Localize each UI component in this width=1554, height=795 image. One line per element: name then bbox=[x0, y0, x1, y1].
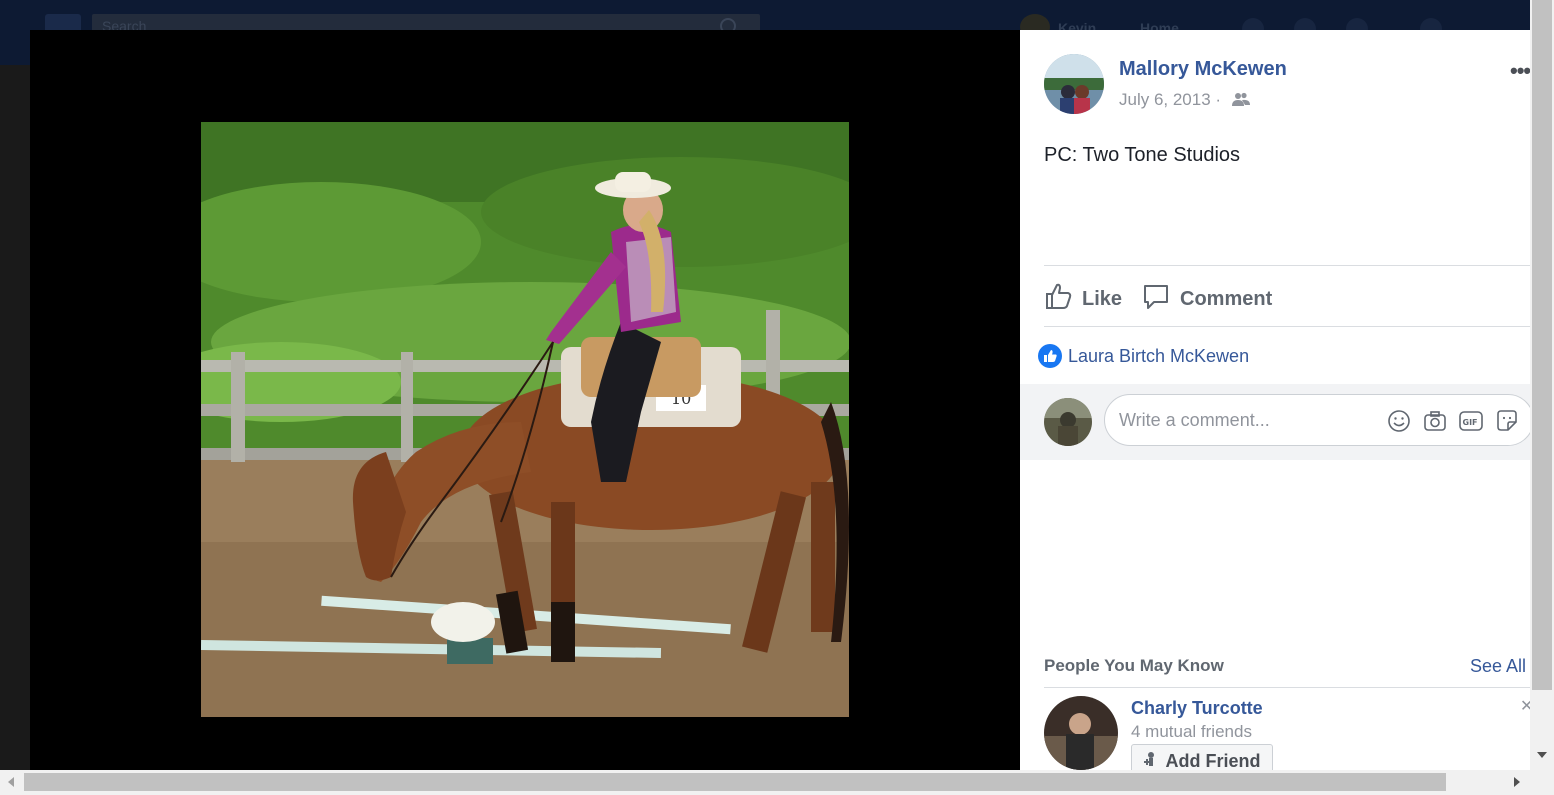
comment-button[interactable]: Comment bbox=[1142, 282, 1272, 316]
sticker-icon[interactable] bbox=[1495, 409, 1519, 438]
see-all-link[interactable]: See All bbox=[1470, 656, 1526, 677]
vertical-scrollbar-thumb[interactable] bbox=[1532, 0, 1552, 690]
comment-placeholder: Write a comment... bbox=[1119, 410, 1270, 430]
reactions-summary[interactable]: Laura Birtch McKewen bbox=[1038, 344, 1249, 368]
more-options-button[interactable]: ••• bbox=[1510, 58, 1530, 84]
divider bbox=[1044, 326, 1530, 327]
post-photo[interactable]: 10 bbox=[201, 122, 849, 717]
gif-icon[interactable]: GIF bbox=[1459, 409, 1483, 438]
author-avatar[interactable] bbox=[1044, 54, 1104, 114]
close-icon[interactable]: ✕ bbox=[1520, 696, 1530, 716]
pymk-title: People You May Know bbox=[1044, 656, 1224, 675]
like-reaction-icon bbox=[1038, 344, 1062, 368]
horizontal-scrollbar-thumb[interactable] bbox=[24, 773, 1446, 791]
author-name-link[interactable]: Mallory McKewen bbox=[1119, 58, 1287, 81]
scroll-left-arrow-icon[interactable] bbox=[8, 777, 14, 787]
reactor-name-link[interactable]: Laura Birtch McKewen bbox=[1068, 346, 1249, 367]
pymk-name-link[interactable]: Charly Turcotte bbox=[1131, 698, 1263, 719]
background-page bbox=[0, 65, 30, 770]
comment-bubble-icon bbox=[1142, 282, 1170, 316]
like-button[interactable]: Like bbox=[1044, 282, 1122, 316]
thumbs-up-icon bbox=[1044, 282, 1072, 316]
post-details-panel: Mallory McKewen July 6, 2013 · ••• PC: T… bbox=[1020, 30, 1530, 770]
gif-text: GIF bbox=[1463, 418, 1478, 427]
post-caption: PC: Two Tone Studios bbox=[1044, 144, 1241, 166]
pymk-avatar[interactable] bbox=[1044, 696, 1118, 770]
photo-viewer-stage[interactable]: 10 bbox=[30, 30, 1020, 770]
camera-icon[interactable] bbox=[1423, 409, 1447, 438]
emoji-icon[interactable] bbox=[1387, 409, 1411, 438]
add-friend-icon bbox=[1143, 751, 1160, 771]
comment-composer: Write a comment... GIF bbox=[1020, 384, 1530, 460]
divider bbox=[1044, 687, 1530, 688]
comment-input[interactable]: Write a comment... GIF bbox=[1104, 394, 1530, 446]
pymk-mutual-friends[interactable]: 4 mutual friends bbox=[1131, 722, 1252, 742]
divider bbox=[1044, 265, 1530, 266]
scroll-right-arrow-icon[interactable] bbox=[1514, 777, 1520, 787]
horizontal-scrollbar[interactable] bbox=[0, 770, 1554, 795]
like-label: Like bbox=[1082, 287, 1123, 310]
comment-label: Comment bbox=[1180, 287, 1273, 310]
friends-icon[interactable] bbox=[1232, 92, 1250, 111]
scroll-down-arrow-icon[interactable] bbox=[1537, 752, 1547, 758]
add-friend-label: Add Friend bbox=[1165, 750, 1261, 771]
current-user-avatar[interactable] bbox=[1044, 398, 1092, 446]
vertical-scrollbar[interactable] bbox=[1530, 0, 1554, 770]
post-date-link[interactable]: July 6, 2013 · bbox=[1119, 90, 1221, 110]
add-friend-button[interactable]: Add Friend bbox=[1131, 744, 1273, 770]
